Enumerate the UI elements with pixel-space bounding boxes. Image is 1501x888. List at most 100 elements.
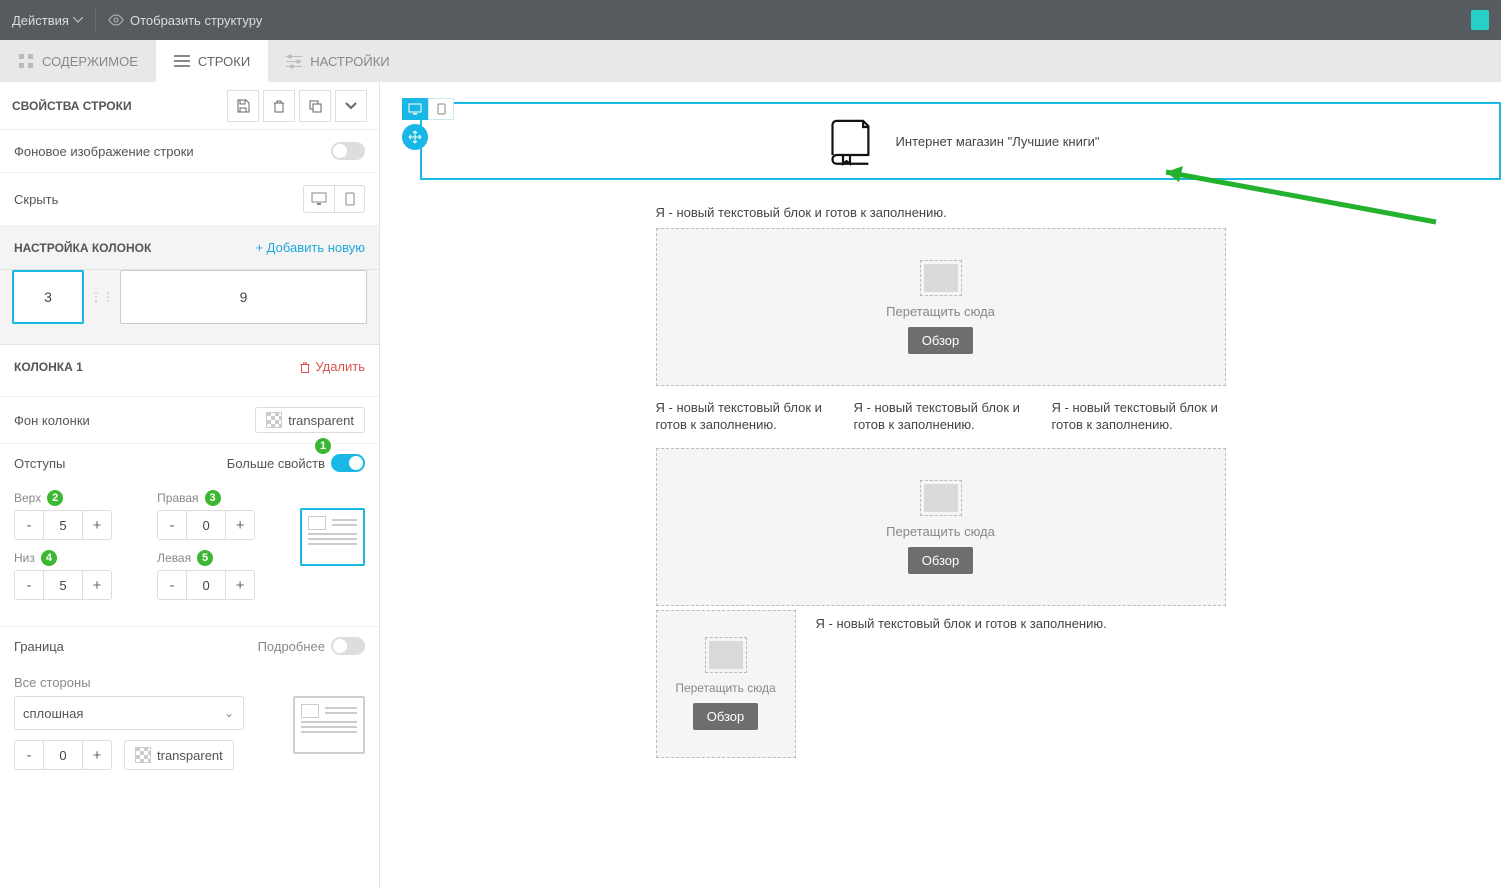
row-props-header: СВОЙСТВА СТРОКИ: [0, 82, 379, 130]
pad-bottom-label: Низ: [14, 551, 35, 565]
show-structure-label: Отобразить структуру: [130, 13, 262, 28]
add-column-button[interactable]: + Добавить новую: [255, 240, 365, 255]
actions-menu[interactable]: Действия: [12, 13, 83, 28]
duplicate-button[interactable]: [299, 90, 331, 122]
border-style-select[interactable]: сплошная ⌄: [14, 696, 244, 730]
text-block[interactable]: Я - новый текстовый блок и готов к запол…: [816, 610, 1226, 758]
tabs-bar: СОДЕРЖИМОЕ СТРОКИ НАСТРОЙКИ: [0, 40, 1501, 82]
border-width-minus[interactable]: -: [15, 741, 43, 769]
border-width-value[interactable]: 0: [43, 741, 83, 769]
pad-left-plus[interactable]: +: [226, 571, 254, 599]
plus-move-icon: [408, 130, 422, 144]
pad-right-minus[interactable]: -: [158, 511, 186, 539]
browse-button[interactable]: Обзор: [693, 703, 759, 730]
border-color-picker[interactable]: transparent: [124, 740, 234, 770]
show-structure-button[interactable]: Отобразить структуру: [108, 13, 262, 28]
email-body: Я - новый текстовый блок и готов к запол…: [656, 197, 1226, 758]
add-row-fab[interactable]: [402, 124, 428, 150]
pad-top-minus[interactable]: -: [15, 511, 43, 539]
column-bg-label: Фон колонки: [14, 413, 255, 428]
browse-button[interactable]: Обзор: [908, 547, 974, 574]
pad-bottom-value[interactable]: 5: [43, 571, 83, 599]
image-dropzone[interactable]: Перетащить сюда Обзор: [656, 610, 796, 758]
column1-section: КОЛОНКА 1 Удалить: [0, 345, 379, 397]
pad-right-value[interactable]: 0: [186, 511, 226, 539]
text-block[interactable]: Я - новый текстовый блок и готов к запол…: [1052, 400, 1226, 434]
rows-icon: [174, 53, 190, 69]
pad-bottom-input: - 5 +: [14, 570, 112, 600]
image-placeholder-icon: [920, 480, 962, 516]
border-width-input: - 0 +: [14, 740, 112, 770]
pad-left-value[interactable]: 0: [186, 571, 226, 599]
pad-right-input: - 0 +: [157, 510, 255, 540]
column-bg-picker[interactable]: transparent: [255, 407, 365, 433]
pad-bottom-plus[interactable]: +: [83, 571, 111, 599]
eye-icon: [108, 14, 124, 26]
padding-label: Отступы: [14, 456, 227, 471]
hide-row: Скрыть: [0, 173, 379, 226]
browse-button[interactable]: Обзор: [908, 327, 974, 354]
canvas-desktop[interactable]: [402, 98, 428, 120]
border-width-plus[interactable]: +: [83, 741, 111, 769]
column-bg-value: transparent: [288, 413, 354, 428]
pad-bottom-minus[interactable]: -: [15, 571, 43, 599]
text-block[interactable]: Я - новый текстовый блок и готов к запол…: [656, 400, 830, 434]
text-block[interactable]: Я - новый текстовый блок и готов к запол…: [656, 197, 1226, 228]
sliders-icon: [286, 53, 302, 69]
border-color-value: transparent: [157, 748, 223, 763]
tab-content[interactable]: СОДЕРЖИМОЕ: [0, 40, 156, 82]
all-sides-label: Все стороны: [0, 665, 379, 696]
badge-1: 1: [315, 438, 331, 454]
pad-top-value[interactable]: 5: [43, 511, 83, 539]
text-block[interactable]: Я - новый текстовый блок и готов к запол…: [854, 400, 1028, 434]
pad-top-input: - 5 +: [14, 510, 112, 540]
columns-header: НАСТРОЙКА КОЛОНОК + Добавить новую: [0, 226, 379, 270]
pad-right-plus[interactable]: +: [226, 511, 254, 539]
row-props-title: СВОЙСТВА СТРОКИ: [12, 99, 132, 113]
image-dropzone[interactable]: Перетащить сюда Обзор: [656, 448, 1226, 606]
padding-grid: Верх2 - 5 + Низ4 - 5 +: [0, 482, 379, 627]
badge-2: 2: [47, 490, 63, 506]
canvas-mobile[interactable]: [428, 98, 454, 120]
collapse-button[interactable]: [335, 90, 367, 122]
trash-icon: [272, 99, 286, 113]
badge-3: 3: [205, 490, 221, 506]
column-box-2[interactable]: 9: [120, 270, 367, 324]
copy-icon: [308, 99, 322, 113]
tab-rows[interactable]: СТРОКИ: [156, 40, 268, 82]
tab-content-label: СОДЕРЖИМОЕ: [42, 54, 138, 69]
mobile-icon: [345, 192, 355, 206]
hide-mobile[interactable]: [334, 186, 364, 212]
border-more-toggle[interactable]: [331, 637, 365, 655]
help-badge[interactable]: [1471, 10, 1489, 30]
hide-desktop[interactable]: [304, 186, 334, 212]
sidebar: СВОЙСТВА СТРОКИ Фоновое изображение стро…: [0, 82, 380, 888]
more-props-label: Больше свойств: [227, 456, 325, 471]
drag-here-label: Перетащить сюда: [886, 304, 995, 319]
drag-handle-icon[interactable]: ⋮⋮: [90, 290, 114, 304]
three-col-text: Я - новый текстовый блок и готов к запол…: [656, 386, 1226, 448]
tab-settings-label: НАСТРОЙКИ: [310, 54, 389, 69]
column1-delete[interactable]: Удалить: [299, 359, 365, 374]
border-preview: [293, 696, 365, 754]
bg-image-label: Фоновое изображение строки: [14, 144, 331, 159]
pad-left-minus[interactable]: -: [158, 571, 186, 599]
columns-layout: 3 ⋮⋮ 9: [0, 270, 379, 345]
delete-button[interactable]: [263, 90, 295, 122]
desktop-icon: [311, 192, 327, 206]
transparency-swatch-icon: [266, 412, 282, 428]
more-props-toggle[interactable]: [331, 454, 365, 472]
column1-title: КОЛОНКА 1: [14, 360, 299, 374]
image-dropzone[interactable]: Перетащить сюда Обзор: [656, 228, 1226, 386]
save-button[interactable]: [227, 90, 259, 122]
tab-settings[interactable]: НАСТРОЙКИ: [268, 40, 407, 82]
pad-top-plus[interactable]: +: [83, 511, 111, 539]
column-bg-row: Фон колонки transparent: [0, 397, 379, 443]
drag-here-label: Перетащить сюда: [675, 681, 775, 695]
top-bar: Действия Отобразить структуру: [0, 0, 1501, 40]
bg-image-toggle[interactable]: [331, 142, 365, 160]
column-box-1[interactable]: 3: [12, 270, 84, 324]
padding-preview: [300, 508, 365, 566]
columns-title: НАСТРОЙКА КОЛОНОК: [14, 241, 255, 255]
grid-icon: [18, 53, 34, 69]
